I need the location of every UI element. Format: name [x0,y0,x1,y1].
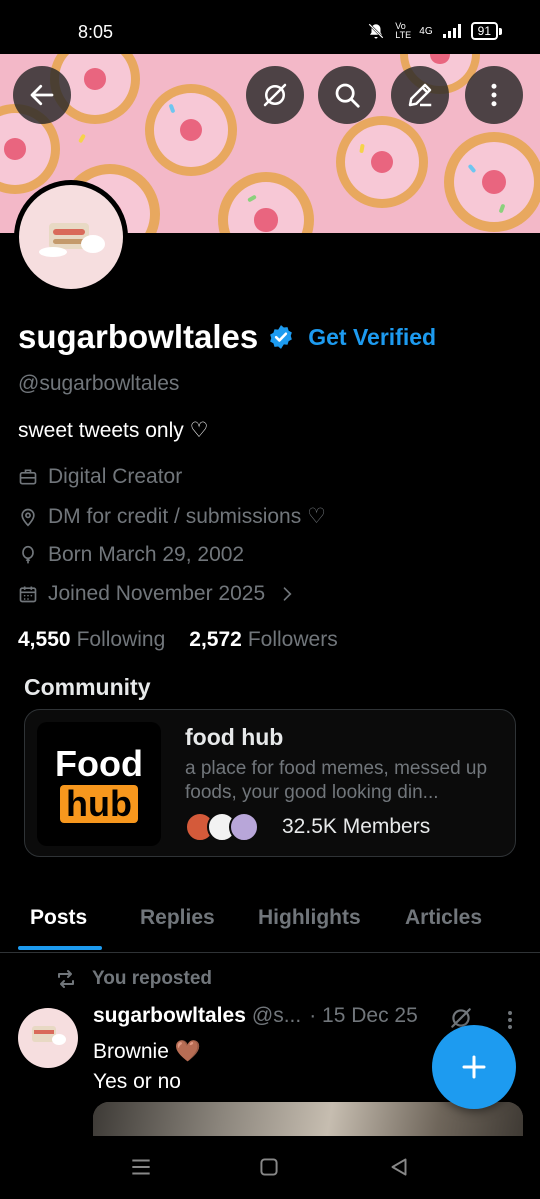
battery-icon: 91 [470,22,503,40]
status-icons: Vo LTE 4G 91 [367,21,503,40]
back-button[interactable] [13,66,71,124]
repost-icon [58,970,74,988]
post-header: sugarbowltales @s... · 15 Dec 25 [93,1004,418,1028]
community-logo-text: Food [55,743,143,784]
grok-slash-icon [263,83,287,107]
followers-count: 2,572 [189,628,242,651]
profile-avatar[interactable] [14,180,128,294]
tab-posts[interactable]: Posts [30,906,87,930]
followers-link[interactable]: 2,572 Followers [189,628,337,652]
menu-icon[interactable] [128,1154,154,1180]
network-label: 4G [419,25,433,37]
post-date[interactable]: · 15 Dec 25 [309,1004,418,1028]
profile-joined: Joined November 2025 [48,582,266,605]
community-member-avatars [185,812,259,842]
location-pin-icon [21,508,35,527]
search-icon [335,83,360,108]
chevron-right-icon [283,587,292,601]
pencil-icon [408,83,432,107]
volte-label: Vo LTE [395,21,412,40]
repost-indicator: You reposted [54,967,212,991]
donut-image [444,132,540,232]
profile-birthday: Born March 29, 2002 [48,543,245,566]
post-media-image[interactable] [93,1102,523,1136]
profile-name-row: sugarbowltales Get Verified [18,318,436,356]
post-author-avatar[interactable] [18,1008,78,1068]
donut-image [145,84,237,176]
post-text: Brownie 🤎 Yes or no [93,1037,201,1097]
compose-post-button[interactable] [432,1025,516,1109]
back-triangle-icon[interactable] [386,1154,412,1180]
community-card[interactable]: Food hub food hub a place for food memes… [24,709,516,857]
vertical-dots-icon [491,83,497,107]
member-avatar [229,812,259,842]
community-description: a place for food memes, messed up foods,… [185,758,488,803]
edit-button[interactable] [391,66,449,124]
arrow-left-icon [30,84,54,106]
balloon-icon [22,545,34,564]
donut-image [336,116,428,208]
joined-row[interactable]: Joined November 2025 [18,582,297,606]
status-bar: 8:05 Vo LTE 4G 91 [0,0,540,54]
active-tab-indicator [18,946,102,950]
follow-stats: 4,550 Following 2,572 Followers [18,628,338,652]
repost-label: You reposted [92,968,212,989]
post-author-handle[interactable]: @s... [252,1004,301,1028]
signal-icon [442,24,461,38]
post-more-icon[interactable] [500,1008,520,1032]
following-count: 4,550 [18,628,71,651]
status-time: 8:05 [78,22,114,42]
more-button[interactable] [465,66,523,124]
home-square-icon[interactable] [256,1154,282,1180]
plus-icon [462,1055,486,1079]
grok-button[interactable] [246,66,304,124]
followers-label: Followers [247,628,338,651]
calendar-icon [19,586,37,603]
search-button[interactable] [318,66,376,124]
display-name: sugarbowltales [18,318,259,355]
profile-bio: sweet tweets only ♡ [18,419,209,442]
following-link[interactable]: 4,550 Following [18,628,165,652]
category-row: Digital Creator [18,465,182,489]
tab-highlights[interactable]: Highlights [258,906,361,930]
community-logo-badge: hub [60,785,138,823]
get-verified-link[interactable]: Get Verified [308,324,436,351]
community-name: food hub [185,724,284,750]
briefcase-icon [19,469,37,485]
verified-badge-icon[interactable] [268,324,294,350]
profile-category[interactable]: Digital Creator [48,465,182,489]
donut-image [218,172,314,233]
post-text-line: Yes or no [93,1070,181,1093]
mute-bell-icon [368,23,384,39]
following-label: Following [76,628,166,651]
community-section-title: Community [24,674,151,700]
profile-handle: @sugarbowltales [18,372,180,395]
profile-location: DM for credit / submissions ♡ [48,505,326,528]
community-logo: Food hub [37,722,161,846]
community-members: 32.5K Members [282,815,431,838]
system-nav-bar [0,1136,540,1199]
location-row: DM for credit / submissions ♡ [18,504,326,529]
post-author-name[interactable]: sugarbowltales [93,1004,246,1028]
tab-replies[interactable]: Replies [140,906,215,930]
profile-tabs: Posts Replies Highlights Articles [0,890,540,953]
tab-articles[interactable]: Articles [405,906,482,930]
birthday-row: Born March 29, 2002 [18,543,244,567]
post-text-line: Brownie 🤎 [93,1040,201,1063]
